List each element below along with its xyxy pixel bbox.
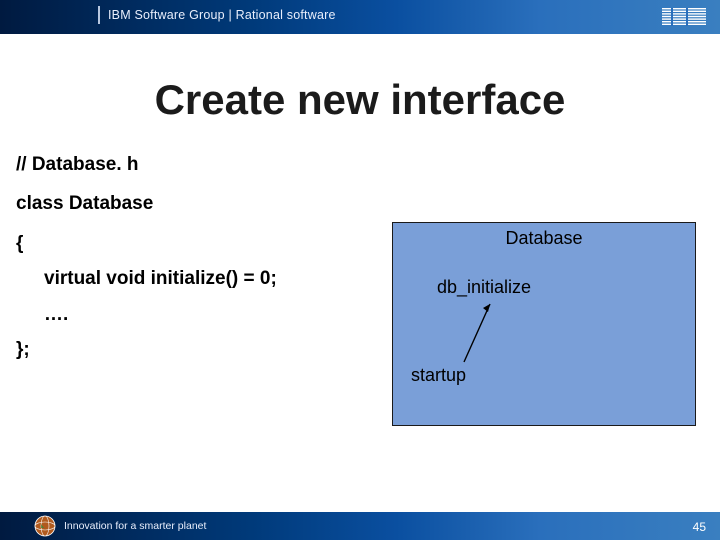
code-line: …. [16,300,277,329]
divider [98,6,100,24]
code-snippet: // Database. h class Database { virtual … [16,150,277,368]
code-line: virtual void initialize() = 0; [16,264,277,293]
code-line: }; [16,335,277,364]
footer-tagline: Innovation for a smarter planet [64,520,206,532]
diagram-box: Database db_initialize startup [392,222,696,426]
diagram-title: Database [393,228,695,249]
slide-header: IBM Software Group | Rational software [0,0,720,34]
diagram-node: startup [411,365,466,386]
page-number: 45 [693,520,706,534]
slide-title-block: Create new interface [0,76,720,124]
code-line: { [16,229,277,258]
code-line: // Database. h [16,150,277,179]
ibm-logo-icon [662,8,706,31]
breadcrumb: IBM Software Group | Rational software [108,8,336,22]
arrow-icon [458,298,498,364]
slide-footer: Innovation for a smarter planet 45 [0,512,720,540]
globe-icon [34,515,56,542]
slide-title: Create new interface [0,76,720,124]
code-line: class Database [16,189,277,218]
diagram-node: db_initialize [437,277,531,298]
